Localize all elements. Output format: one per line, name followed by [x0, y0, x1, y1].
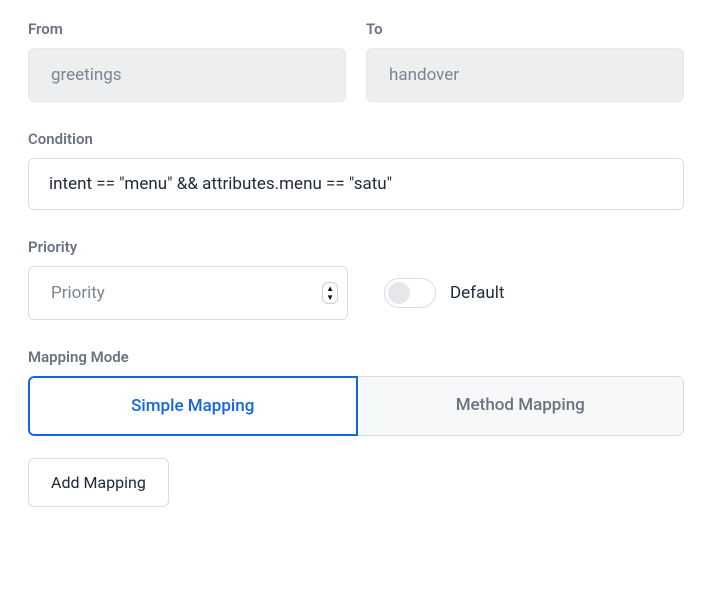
- condition-group: Condition: [28, 130, 684, 210]
- priority-label: Priority: [28, 238, 684, 256]
- mapping-mode-group: Mapping Mode Simple Mapping Method Mappi…: [28, 348, 684, 507]
- from-label: From: [28, 20, 346, 38]
- tab-method-mapping[interactable]: Method Mapping: [358, 376, 685, 436]
- default-toggle[interactable]: [384, 278, 436, 308]
- tab-simple-mapping[interactable]: Simple Mapping: [28, 376, 358, 436]
- default-toggle-label: Default: [450, 283, 504, 303]
- to-field: handover: [366, 48, 684, 102]
- toggle-knob-icon: [388, 282, 410, 304]
- condition-label: Condition: [28, 130, 684, 148]
- condition-input[interactable]: [28, 158, 684, 210]
- from-group: From greetings: [28, 20, 346, 102]
- default-toggle-wrap: Default: [384, 278, 504, 308]
- mapping-mode-label: Mapping Mode: [28, 348, 684, 366]
- from-to-row: From greetings To handover: [28, 20, 684, 102]
- priority-select[interactable]: Priority: [28, 266, 348, 320]
- stepper-up-icon[interactable]: ▲: [326, 285, 334, 292]
- add-mapping-button[interactable]: Add Mapping: [28, 458, 169, 507]
- priority-stepper: ▲ ▼: [322, 282, 338, 304]
- priority-group: Priority Priority ▲ ▼ Default: [28, 238, 684, 320]
- to-label: To: [366, 20, 684, 38]
- stepper-down-icon[interactable]: ▼: [326, 294, 334, 301]
- from-field: greetings: [28, 48, 346, 102]
- mapping-mode-tabs: Simple Mapping Method Mapping: [28, 376, 684, 436]
- priority-select-wrap: Priority ▲ ▼: [28, 266, 348, 320]
- to-group: To handover: [366, 20, 684, 102]
